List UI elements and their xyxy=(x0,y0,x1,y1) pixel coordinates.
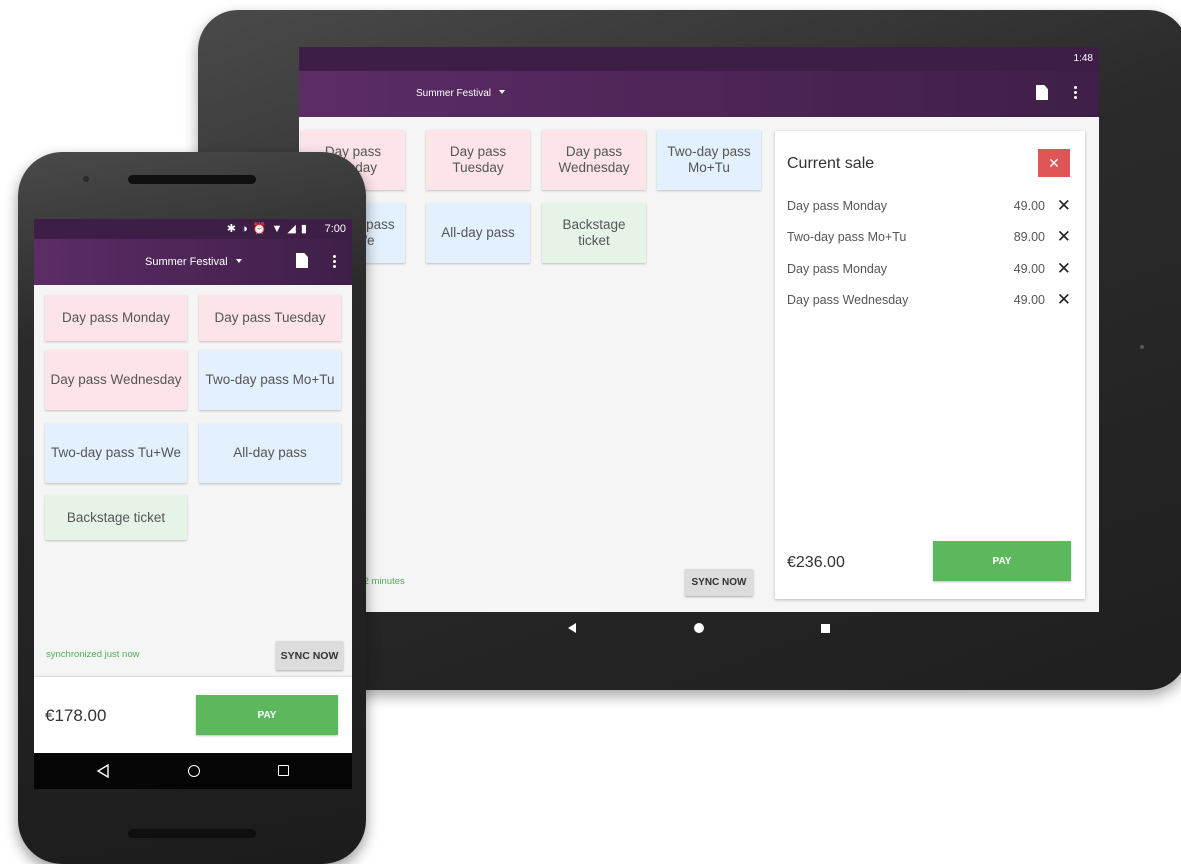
dropdown-caret-icon xyxy=(235,259,242,263)
recents-icon[interactable] xyxy=(278,765,289,776)
sale-line-item: Day pass Monday 49.00 ✕ xyxy=(787,259,1071,279)
product-tile[interactable]: Two-day pass Tu+We xyxy=(45,423,187,483)
home-icon[interactable] xyxy=(188,765,200,777)
sale-line-item: Day pass Wednesday 49.00 ✕ xyxy=(787,290,1071,310)
recents-icon[interactable] xyxy=(821,624,830,633)
close-icon: ✕ xyxy=(1048,154,1060,171)
phone-status-bar: ✱ ◑ ⏰ ▼ ◢ ▮ 7:00 xyxy=(34,219,352,239)
sync-now-button[interactable]: SYNC NOW xyxy=(276,641,343,670)
panel-title: Current sale xyxy=(787,155,875,172)
status-icons: ✱ ◑ ⏰ ▼ ◢ ▮ xyxy=(226,223,308,235)
sync-status: synchronized just now xyxy=(46,649,140,660)
overflow-menu-icon[interactable] xyxy=(333,255,336,270)
event-selector[interactable]: Summer Festival xyxy=(416,88,506,99)
product-tile[interactable]: All-day pass xyxy=(199,423,341,483)
sale-total: €178.00 xyxy=(45,706,107,725)
product-tile[interactable]: Backstage ticket xyxy=(542,203,646,263)
phone-screen: ✱ ◑ ⏰ ▼ ◢ ▮ 7:00 Summer Festival Day pas… xyxy=(34,219,352,789)
remove-item-icon[interactable]: ✕ xyxy=(1057,196,1071,216)
tablet-camera xyxy=(1140,345,1144,349)
product-tile[interactable]: Day pass Tuesday xyxy=(426,130,530,190)
phone-speaker xyxy=(128,829,256,838)
pay-button[interactable]: PAY xyxy=(196,695,338,735)
phone-nav-bar xyxy=(34,753,352,789)
home-icon[interactable] xyxy=(694,623,704,633)
product-tile[interactable]: Two-day pass Mo+Tu xyxy=(657,130,761,190)
tablet-status-bar: 1:48 xyxy=(299,47,1099,71)
phone-speaker xyxy=(128,175,256,184)
pay-button[interactable]: PAY xyxy=(933,541,1071,581)
product-tile[interactable]: Day pass Monday xyxy=(45,295,187,341)
phone-app-bar: Summer Festival xyxy=(34,239,352,285)
remove-item-icon[interactable]: ✕ xyxy=(1057,227,1071,247)
dropdown-caret-icon xyxy=(499,90,506,94)
sync-now-button[interactable]: SYNC NOW xyxy=(685,569,753,596)
phone-checkout-bar: €178.00 PAY xyxy=(34,677,352,753)
product-tile[interactable]: Day pass Wednesday xyxy=(45,350,187,410)
clear-sale-button[interactable]: ✕ xyxy=(1038,149,1070,177)
document-icon[interactable] xyxy=(1036,85,1048,100)
sale-total: €236.00 xyxy=(787,554,845,571)
event-title: Summer Festival xyxy=(145,256,228,268)
product-tile[interactable]: Day pass Tuesday xyxy=(199,295,341,341)
product-tile[interactable]: Day pass Wednesday xyxy=(542,130,646,190)
document-icon[interactable] xyxy=(296,253,308,268)
back-icon[interactable] xyxy=(568,623,576,633)
product-tile[interactable]: Two-day pass Mo+Tu xyxy=(199,350,341,410)
product-tile[interactable]: All-day pass xyxy=(426,203,530,263)
event-selector[interactable]: Summer Festival xyxy=(145,256,242,268)
back-icon[interactable] xyxy=(96,764,110,778)
sale-line-item: Two-day pass Mo+Tu 89.00 ✕ xyxy=(787,227,1071,247)
overflow-menu-icon[interactable] xyxy=(1074,86,1077,101)
sale-line-item: Day pass Monday 49.00 ✕ xyxy=(787,196,1071,216)
phone-camera xyxy=(83,176,89,182)
tablet-screen: 1:48 Summer Festival Day pass Monday Day… xyxy=(299,47,1099,612)
product-tile[interactable]: Backstage ticket xyxy=(45,495,187,540)
event-title: Summer Festival xyxy=(416,88,492,99)
tablet-clock: 1:48 xyxy=(1073,53,1093,64)
phone-clock: 7:00 xyxy=(324,223,346,235)
remove-item-icon[interactable]: ✕ xyxy=(1057,290,1071,310)
tablet-app-bar: Summer Festival xyxy=(299,71,1099,117)
remove-item-icon[interactable]: ✕ xyxy=(1057,259,1071,279)
current-sale-panel: Current sale ✕ Day pass Monday 49.00 ✕ T… xyxy=(775,131,1085,599)
